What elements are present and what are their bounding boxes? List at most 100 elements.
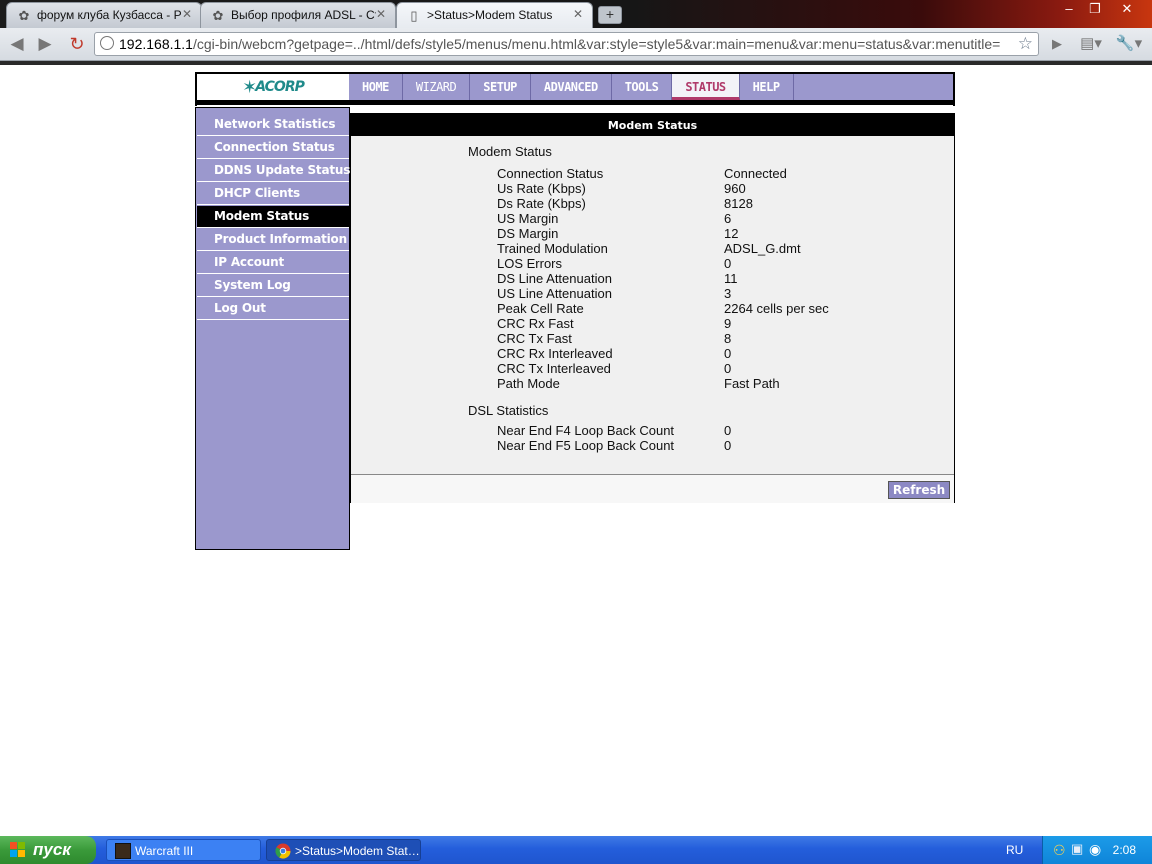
tab-title: Выбор профиля ADSL - Ст… (231, 8, 376, 22)
minimize-icon[interactable]: – (1056, 0, 1082, 18)
status-row-value: 8 (724, 331, 732, 346)
sidebar-item-connection-status[interactable]: Connection Status (197, 137, 349, 159)
status-row-label: Path Mode (497, 376, 560, 391)
browser-titlebar: ✿ форум клуба Кузбасса - Р… ✕ ✿ Выбор пр… (0, 0, 1152, 28)
panel-footer: Refresh (351, 474, 954, 503)
status-row-label: LOS Errors (497, 256, 563, 271)
nav-tools[interactable]: TOOLS (612, 74, 673, 100)
top-nav: HOME WIZARD SETUP ADVANCED TOOLS STATUS … (349, 74, 953, 100)
status-row-value: 3 (724, 286, 732, 301)
status-row-label: Trained Modulation (497, 241, 608, 256)
sidebar-item-system-log[interactable]: System Log (197, 275, 349, 297)
tab-close-icon[interactable]: ✕ (376, 7, 386, 21)
status-row-label: DS Line Attenuation (497, 271, 612, 286)
network-tray-icon[interactable]: ▣ (1071, 841, 1083, 857)
clock: 2:08 (1112, 843, 1136, 857)
status-row-label: Peak Cell Rate (497, 301, 584, 316)
sidebar-item-dhcp-clients[interactable]: DHCP Clients (197, 183, 349, 205)
windows-flag-icon (10, 842, 25, 857)
url-text: 192.168.1.1/cgi-bin/webcm?getpage=../htm… (119, 36, 1001, 52)
start-label: пуск (33, 840, 71, 859)
forum-favicon-icon: ✿ (18, 8, 30, 23)
task-warcraft[interactable]: Warcraft III (106, 839, 261, 861)
status-row-value: 8128 (724, 196, 753, 211)
nav-wizard[interactable]: WIZARD (403, 74, 471, 100)
status-row-label: CRC Tx Interleaved (497, 361, 611, 376)
tab-forum[interactable]: ✿ форум клуба Кузбасса - Р… ✕ (6, 2, 202, 28)
nav-setup[interactable]: SETUP (470, 74, 531, 100)
status-row-value: 960 (724, 181, 746, 196)
sidebar-item-product-information[interactable]: Product Information (197, 229, 349, 251)
play-icon[interactable]: ▶ (1044, 32, 1070, 56)
warcraft-icon (115, 843, 131, 859)
tab-close-icon[interactable]: ✕ (573, 7, 583, 21)
status-row-value: ADSL_G.dmt (724, 241, 801, 256)
tab-title: >Status>Modem Status (427, 8, 553, 22)
page-icon: ▯ (410, 8, 418, 23)
sidebar-item-log-out[interactable]: Log Out (197, 298, 349, 320)
tab-adsl-profile[interactable]: ✿ Выбор профиля ADSL - Ст… ✕ (200, 2, 396, 28)
status-row-value: 0 (724, 256, 732, 271)
close-window-icon[interactable]: ✕ (1112, 0, 1142, 18)
status-row-label: CRC Rx Fast (497, 316, 574, 331)
nav-advanced[interactable]: ADVANCED (531, 74, 612, 100)
windows-taskbar: пуск Warcraft III >Status>Modem Stat… RU… (0, 836, 1152, 864)
wrench-menu-icon[interactable]: 🔧▾ (1112, 32, 1146, 56)
tab-close-icon[interactable]: ✕ (182, 7, 192, 21)
forum-favicon-icon: ✿ (212, 8, 224, 23)
forward-icon[interactable]: ▶ (32, 32, 58, 56)
browser-toolbar: ◀ ▶ ↻ 192.168.1.1/cgi-bin/webcm?getpage=… (0, 28, 1152, 61)
chrome-icon (275, 843, 291, 859)
modem-status-panel: Modem Status Modem Status Connection Sta… (350, 113, 955, 503)
nav-help[interactable]: HELP (740, 74, 794, 100)
nav-status[interactable]: STATUS (672, 74, 740, 100)
nav-home[interactable]: HOME (349, 74, 403, 100)
status-row-value: Connected (724, 166, 787, 181)
status-row-value: 2264 cells per sec (724, 301, 829, 316)
system-tray: ⚇ ▣ ◉ 2:08 (1042, 836, 1152, 864)
browser-tray-icon[interactable]: ◉ (1089, 841, 1101, 858)
tab-title: форум клуба Кузбасса - Р… (37, 8, 182, 22)
reload-icon[interactable]: ↻ (64, 32, 90, 56)
restore-icon[interactable]: ❐ (1082, 0, 1108, 18)
task-browser[interactable]: >Status>Modem Stat… (266, 839, 421, 861)
status-row-value: 0 (724, 346, 732, 361)
start-button[interactable]: пуск (0, 836, 96, 864)
status-row-label: CRC Tx Fast (497, 331, 572, 346)
address-bar[interactable]: 192.168.1.1/cgi-bin/webcm?getpage=../htm… (94, 32, 1039, 56)
language-indicator[interactable]: RU (1006, 836, 1023, 864)
back-icon[interactable]: ◀ (4, 32, 30, 56)
status-row-label: DS Margin (497, 226, 559, 241)
new-tab-button[interactable]: + (598, 6, 622, 24)
refresh-button[interactable]: Refresh (888, 481, 950, 499)
globe-icon (100, 36, 114, 50)
status-row-label: Us Rate (Kbps) (497, 181, 586, 196)
section-title-modem-status: Modem Status (468, 144, 552, 159)
status-row-label: CRC Rx Interleaved (497, 346, 613, 361)
bookmark-star-icon[interactable]: ☆ (1018, 34, 1033, 54)
status-row-label: Ds Rate (Kbps) (497, 196, 586, 211)
sidebar-item-ddns-update-status[interactable]: DDNS Update Status (197, 160, 350, 182)
status-row-value: 0 (724, 438, 732, 453)
status-row-value: 0 (724, 423, 732, 438)
panel-title: Modem Status (351, 114, 954, 136)
toolbar-divider (0, 61, 1152, 65)
sidebar: Network Statistics Connection Status DDN… (195, 107, 350, 550)
users-tray-icon[interactable]: ⚇ (1053, 842, 1066, 859)
status-row-value: 0 (724, 361, 732, 376)
sidebar-item-ip-account[interactable]: IP Account (197, 252, 349, 274)
status-row-label: US Margin (497, 211, 559, 226)
acorp-logo: ✶ ACORP (242, 76, 305, 97)
status-row-label: US Line Attenuation (497, 286, 612, 301)
sidebar-item-modem-status[interactable]: Modem Status (197, 206, 349, 228)
status-row-value: Fast Path (724, 376, 780, 391)
status-row-label: Connection Status (497, 166, 604, 181)
tab-modem-status[interactable]: ▯ >Status>Modem Status ✕ (396, 2, 593, 28)
page-menu-icon[interactable]: ▤▾ (1074, 32, 1108, 56)
section-title-dsl-statistics: DSL Statistics (468, 403, 549, 418)
status-row-value: 11 (724, 271, 738, 286)
status-row-label: Near End F5 Loop Back Count (497, 438, 675, 453)
status-row-value: 12 (724, 226, 739, 241)
sidebar-item-network-statistics[interactable]: Network Statistics (197, 114, 349, 136)
status-row-value: 9 (724, 316, 732, 331)
